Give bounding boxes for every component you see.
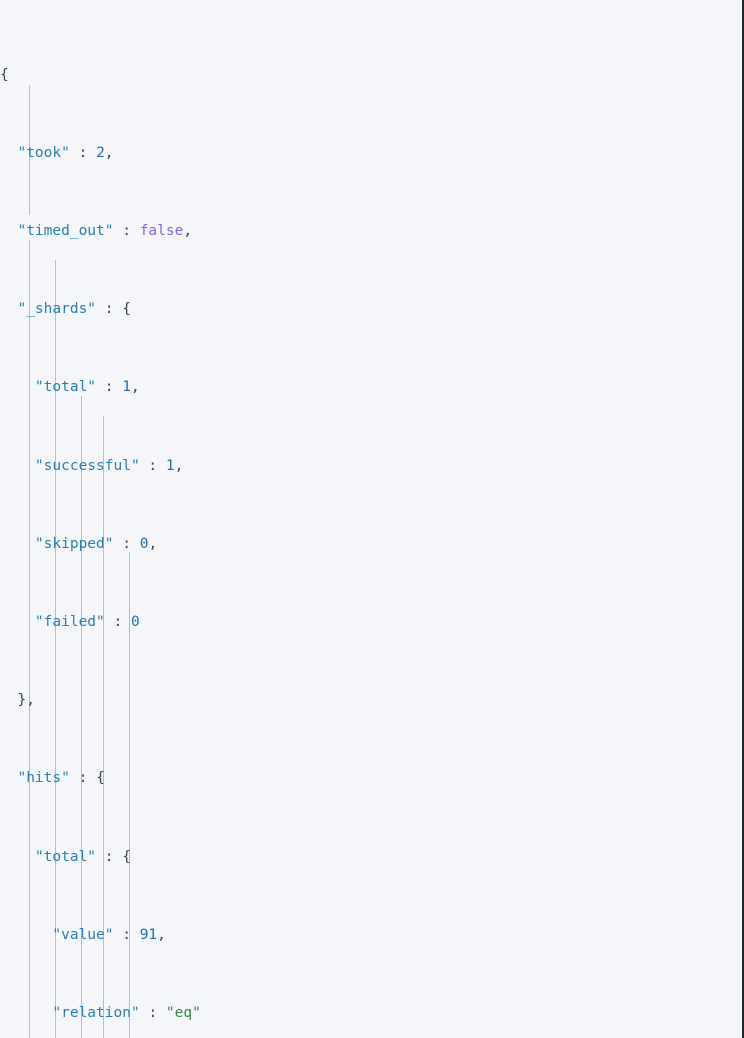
key-took: "took" bbox=[17, 144, 70, 161]
colon: : bbox=[148, 1004, 158, 1021]
key-shards-failed: "failed" bbox=[34, 613, 105, 630]
value-timed-out: false bbox=[139, 223, 184, 240]
key-shards: "_shards" bbox=[17, 301, 97, 318]
value-took: 2 bbox=[96, 144, 105, 161]
comma: , bbox=[157, 926, 166, 943]
value-shards-successful: 1 bbox=[165, 457, 175, 474]
value-shards-total: 1 bbox=[122, 379, 131, 396]
brace-open: { bbox=[96, 770, 105, 787]
key-hits: "hits" bbox=[17, 770, 70, 787]
colon: : bbox=[113, 613, 123, 630]
colon: : bbox=[104, 379, 114, 396]
code-line-shards-successful: "successful" : 1, bbox=[0, 457, 742, 477]
key-shards-successful: "successful" bbox=[34, 457, 140, 474]
root-brace-open: { bbox=[0, 66, 9, 83]
code-line-took: "took" : 2, bbox=[0, 144, 742, 164]
code-line-shards-skipped: "skipped" : 0, bbox=[0, 535, 742, 555]
comma: , bbox=[174, 457, 184, 474]
key-shards-skipped: "skipped" bbox=[34, 535, 114, 552]
json-code-block[interactable]: { "took" : 2, "timed_out" : false, "_sha… bbox=[0, 0, 742, 1038]
value-total-value: 91 bbox=[139, 926, 158, 943]
colon: : bbox=[122, 926, 131, 943]
code-line-total-relation: "relation" : "eq" bbox=[0, 1004, 742, 1024]
code-line-shards: "_shards" : { bbox=[0, 300, 742, 320]
comma: , bbox=[183, 223, 193, 240]
colon: : bbox=[104, 848, 114, 865]
key-timed-out: "timed_out" bbox=[17, 223, 114, 240]
colon: : bbox=[104, 301, 114, 318]
key-total-relation: "relation" bbox=[52, 1004, 140, 1021]
comma: , bbox=[104, 144, 114, 161]
colon: : bbox=[122, 223, 131, 240]
code-line-total-value: "value" : 91, bbox=[0, 926, 742, 946]
code-line: { bbox=[0, 66, 742, 86]
key-total-value: "value" bbox=[52, 926, 114, 943]
json-response-viewer[interactable]: { "took" : 2, "timed_out" : false, "_sha… bbox=[0, 0, 744, 1038]
brace-open: { bbox=[122, 848, 131, 865]
brace-open: { bbox=[122, 301, 131, 318]
value-shards-failed: 0 bbox=[130, 613, 140, 630]
key-shards-total: "total" bbox=[34, 379, 97, 396]
key-hits-total: "total" bbox=[34, 848, 97, 865]
comma: , bbox=[148, 535, 158, 552]
code-line-shards-failed: "failed" : 0 bbox=[0, 613, 742, 633]
brace-close-shards: }, bbox=[17, 692, 35, 709]
code-line-shards-close: }, bbox=[0, 691, 742, 711]
value-total-relation: "eq" bbox=[165, 1004, 201, 1021]
colon: : bbox=[122, 535, 131, 552]
code-line-timed-out: "timed_out" : false, bbox=[0, 222, 742, 242]
code-line-hits: "hits" : { bbox=[0, 769, 742, 789]
colon: : bbox=[148, 457, 158, 474]
code-line-shards-total: "total" : 1, bbox=[0, 378, 742, 398]
comma: , bbox=[130, 379, 140, 396]
code-line-hits-total: "total" : { bbox=[0, 848, 742, 868]
